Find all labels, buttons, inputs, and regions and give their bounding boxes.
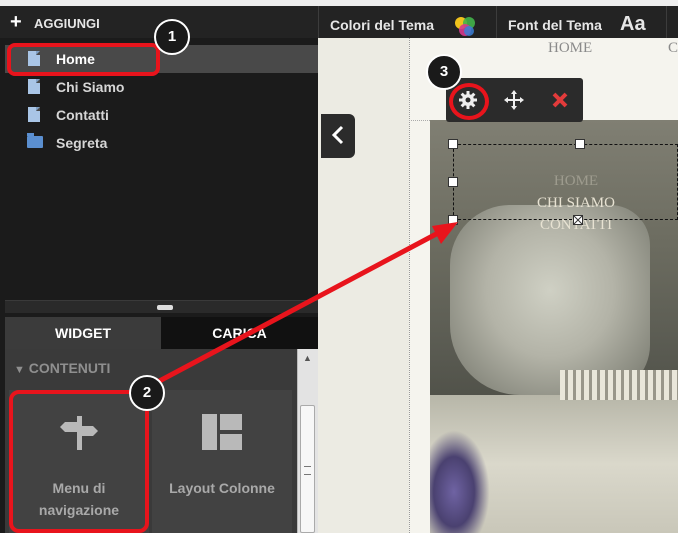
callout-2: 2 <box>129 375 165 411</box>
callout-3: 3 <box>426 54 462 90</box>
callout-1: 1 <box>154 19 190 55</box>
arrow-annotation <box>148 222 458 389</box>
